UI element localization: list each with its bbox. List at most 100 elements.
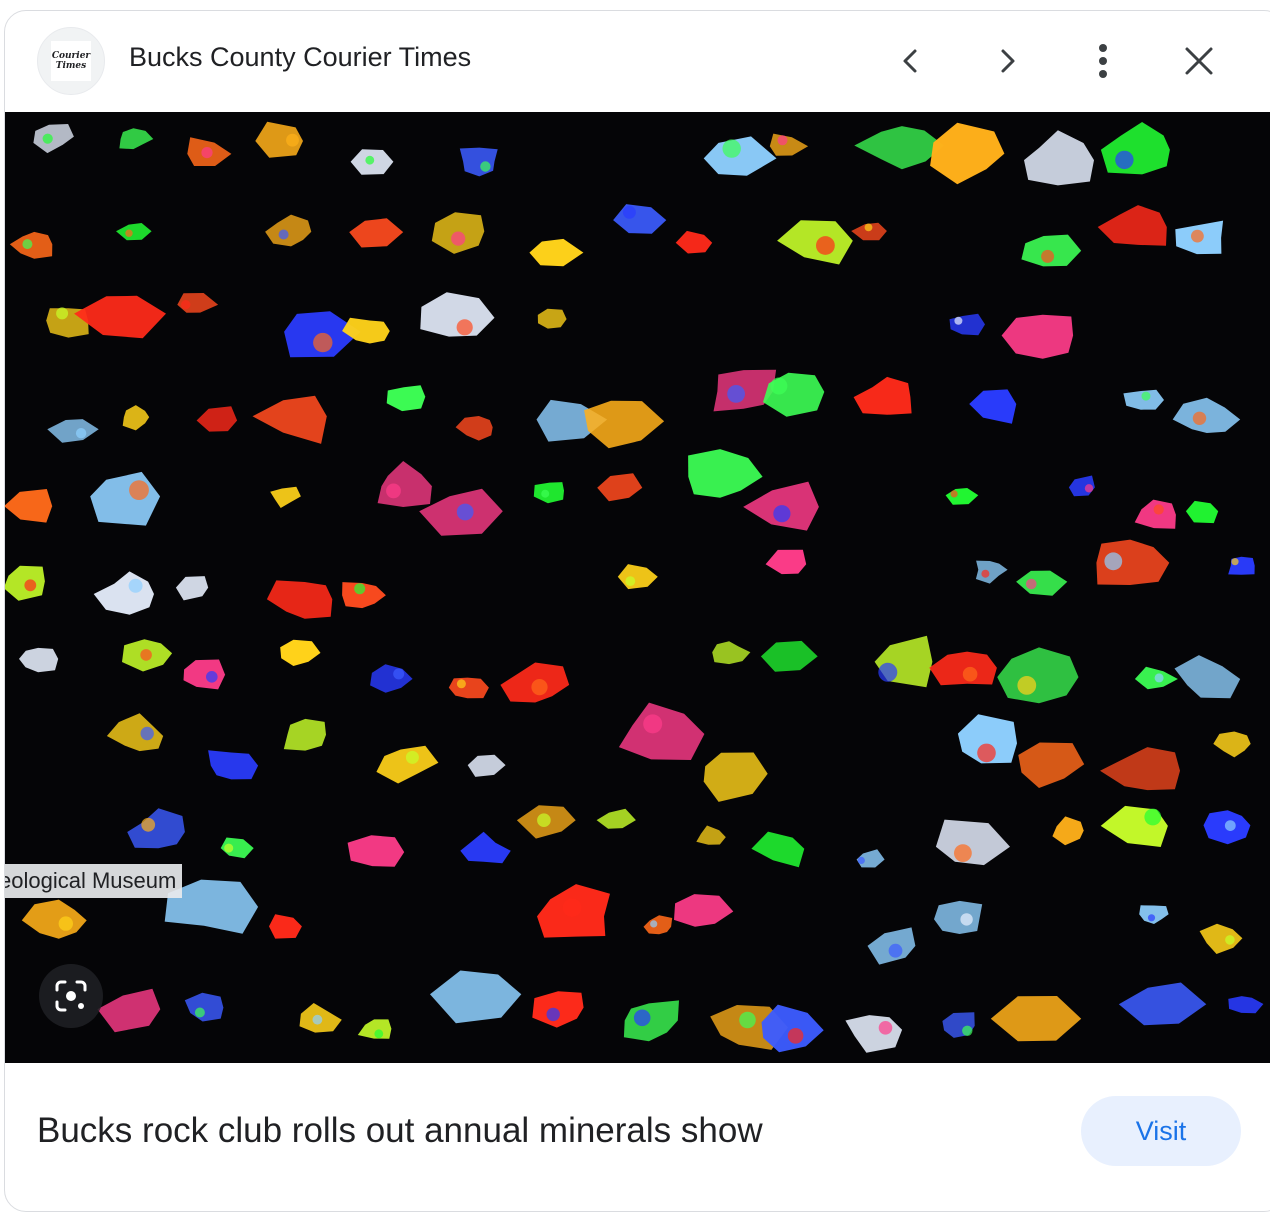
close-icon xyxy=(1185,47,1213,75)
mineral-specimen xyxy=(357,1019,392,1039)
mineral-glow-spot xyxy=(770,377,788,395)
mineral-specimen xyxy=(196,406,238,432)
mineral-glow-spot xyxy=(313,332,333,353)
mineral-specimen xyxy=(386,385,426,412)
mineral-glow-spot xyxy=(1154,673,1164,683)
mineral-glow-spot xyxy=(878,662,898,682)
mineral-glow-spot xyxy=(739,1011,756,1029)
mineral-specimen xyxy=(459,147,498,177)
source-logo[interactable]: Courier Times xyxy=(37,27,105,95)
mineral-specimen xyxy=(949,313,985,336)
mineral-specimen xyxy=(1001,314,1074,359)
mineral-glow-spot xyxy=(24,579,37,592)
mineral-glow-spot xyxy=(1026,578,1037,590)
mineral-specimen xyxy=(93,571,154,615)
mineral-glow-spot xyxy=(643,714,663,734)
mineral-specimen xyxy=(703,752,768,802)
mineral-specimen xyxy=(596,808,636,829)
mineral-specimen xyxy=(119,128,154,150)
mineral-glow-spot xyxy=(546,1007,560,1022)
mineral-glow-spot xyxy=(140,726,154,741)
mineral-glow-spot xyxy=(365,155,375,165)
mineral-glow-spot xyxy=(393,668,405,680)
mineral-specimen xyxy=(975,560,1008,584)
mineral-specimen xyxy=(1016,570,1068,596)
more-options-button[interactable] xyxy=(1077,35,1129,87)
mineral-specimen xyxy=(1052,816,1084,846)
mineral-glow-spot xyxy=(888,943,903,958)
previous-button[interactable] xyxy=(885,35,937,87)
mineral-glow-spot xyxy=(537,813,551,827)
mineral-glow-spot xyxy=(773,505,791,523)
logo-text-line1: Courier xyxy=(51,51,91,61)
mineral-glow-spot xyxy=(950,490,958,498)
mineral-specimen xyxy=(584,400,665,449)
mineral-specimen xyxy=(377,461,432,507)
mineral-specimen xyxy=(997,647,1079,704)
mineral-glow-spot xyxy=(1224,820,1236,831)
mineral-glow-spot xyxy=(1192,411,1207,425)
mineral-glow-spot xyxy=(312,1014,323,1025)
mineral-specimen xyxy=(448,677,489,699)
article-title[interactable]: Bucks rock club rolls out annual mineral… xyxy=(37,1111,763,1151)
mineral-glow-spot xyxy=(42,133,53,144)
mineral-glow-spot xyxy=(374,1029,384,1039)
mineral-glow-spot xyxy=(1147,914,1156,922)
mineral-specimen xyxy=(1172,397,1241,433)
mineral-specimen xyxy=(712,641,751,665)
mineral-specimen xyxy=(370,664,413,693)
mineral-glow-spot xyxy=(562,898,582,917)
mineral-glow-spot xyxy=(128,578,143,593)
mineral-glow-spot xyxy=(386,483,401,499)
mineral-specimen xyxy=(853,376,912,415)
mineral-glow-spot xyxy=(777,135,788,146)
mineral-glow-spot xyxy=(531,679,548,696)
mineral-specimen xyxy=(769,133,809,156)
mineral-glow-spot xyxy=(75,428,87,439)
mineral-specimen xyxy=(1134,499,1176,529)
image-viewer-panel: Courier Times Bucks County Courier Times xyxy=(4,10,1270,1212)
mineral-glow-spot xyxy=(622,205,636,219)
mineral-specimen xyxy=(537,308,567,329)
mineral-specimen xyxy=(1097,205,1167,246)
google-lens-button[interactable] xyxy=(39,964,103,1028)
mineral-specimen xyxy=(208,750,259,780)
viewer-footer: Bucks rock club rolls out annual mineral… xyxy=(5,1063,1270,1203)
mineral-glow-spot xyxy=(456,679,466,689)
mineral-glow-spot xyxy=(456,319,473,336)
mineral-glow-spot xyxy=(22,239,33,250)
mineral-specimen xyxy=(116,223,152,241)
mineral-specimen xyxy=(430,970,522,1024)
mineral-glow-spot xyxy=(56,307,69,320)
mineral-specimen xyxy=(1100,122,1170,175)
mineral-glow-spot xyxy=(206,671,218,683)
mineral-specimen xyxy=(33,124,74,154)
mineral-glow-spot xyxy=(1153,504,1164,515)
mineral-specimen xyxy=(688,449,763,498)
mineral-glow-spot xyxy=(201,147,213,159)
mineral-specimen xyxy=(460,831,511,864)
close-button[interactable] xyxy=(1173,35,1225,87)
mineral-specimen xyxy=(617,564,658,590)
visit-button[interactable]: Visit xyxy=(1081,1096,1241,1166)
mineral-specimen xyxy=(265,214,312,247)
mineral-glow-spot xyxy=(141,817,156,832)
mineral-specimen xyxy=(376,745,439,784)
mineral-glow-spot xyxy=(962,666,978,682)
mineral-specimen xyxy=(127,808,185,849)
mineral-specimen xyxy=(969,389,1017,424)
mineral-specimen xyxy=(643,915,673,935)
mineral-glow-spot xyxy=(650,920,658,928)
mineral-specimen xyxy=(760,640,818,672)
mineral-specimen xyxy=(266,580,333,619)
source-title[interactable]: Bucks County Courier Times xyxy=(129,42,471,73)
mineral-glow-spot xyxy=(58,916,73,931)
mineral-specimen xyxy=(696,825,726,845)
mineral-specimen xyxy=(529,238,584,267)
mineral-glow-spot xyxy=(405,750,419,764)
mineral-specimen xyxy=(252,395,327,444)
mineral-specimen xyxy=(349,218,404,248)
mineral-specimen xyxy=(347,835,405,867)
main-image[interactable]: eological Museum xyxy=(5,112,1270,1063)
next-button[interactable] xyxy=(981,35,1033,87)
